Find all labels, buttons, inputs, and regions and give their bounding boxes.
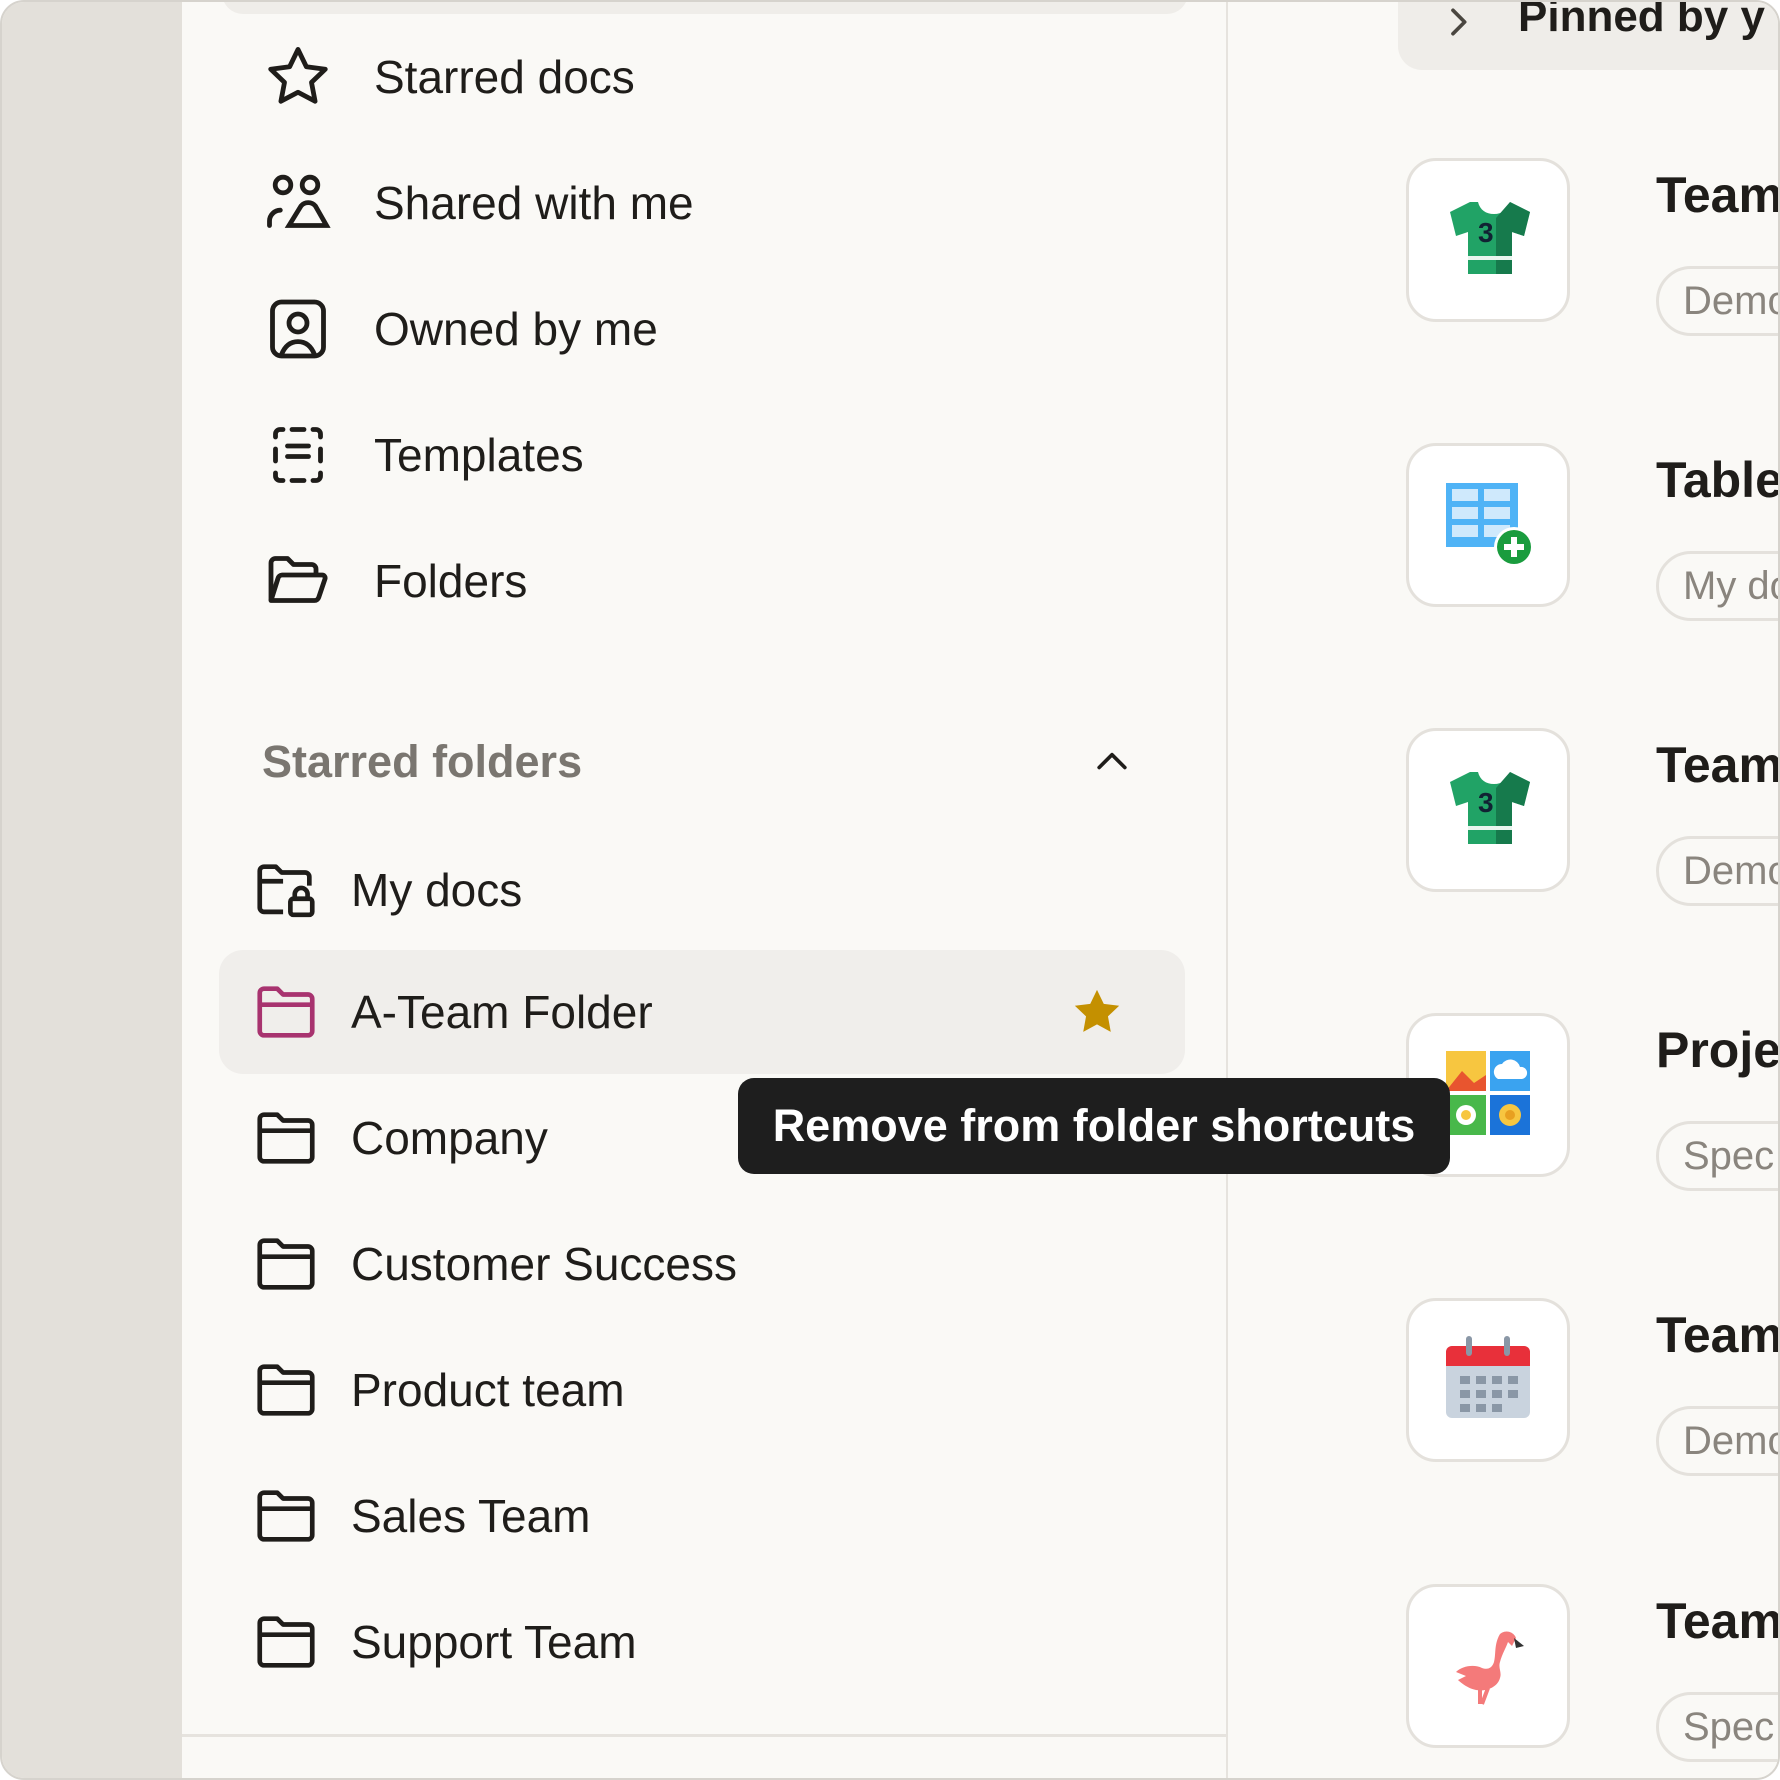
folder-item-label: Product team <box>351 1364 625 1416</box>
jersey-icon: 3 <box>1440 760 1536 861</box>
doc-title[interactable]: Proje <box>1656 1021 1778 1079</box>
folder-icon <box>251 1103 321 1173</box>
folder-item-label: My docs <box>351 864 523 916</box>
chevron-right-icon[interactable] <box>1438 2 1478 42</box>
doc-tag: Demo <box>1656 836 1778 906</box>
folder-open-icon <box>262 545 334 617</box>
doc-card-icon[interactable]: 3 <box>1406 158 1570 322</box>
folder-icon <box>251 977 321 1047</box>
svg-text:3: 3 <box>1478 217 1494 248</box>
folder-item-product-team[interactable]: Product team <box>219 1328 1185 1452</box>
doc-card-icon[interactable] <box>1406 1584 1570 1748</box>
folder-lock-icon <box>251 855 321 925</box>
starred-folders-header[interactable]: Starred folders <box>262 722 1142 802</box>
pinned-section-header[interactable]: Pinned by y <box>1398 2 1778 70</box>
nav-item-label: Folders <box>374 555 528 607</box>
doc-card-icon[interactable] <box>1406 1298 1570 1462</box>
nav-item-folders[interactable]: Folders <box>262 536 1162 626</box>
folder-item-label: Support Team <box>351 1616 637 1668</box>
person-badge-icon <box>262 293 334 365</box>
nav-item-templates[interactable]: Templates <box>262 410 1162 500</box>
doc-title[interactable]: Table <box>1656 451 1778 509</box>
section-title: Starred folders <box>262 736 583 787</box>
folder-item-sales-team[interactable]: Sales Team <box>219 1454 1185 1578</box>
star-outline-icon <box>262 41 334 113</box>
flamingo-icon <box>1440 1616 1536 1717</box>
search-pill[interactable] <box>222 2 1188 14</box>
folder-item-label: Sales Team <box>351 1490 591 1542</box>
nav-item-owned-by-me[interactable]: Owned by me <box>262 284 1162 374</box>
folder-item-customer-success[interactable]: Customer Success <box>219 1202 1185 1326</box>
folder-item-support-team[interactable]: Support Team <box>219 1580 1185 1704</box>
folder-icon <box>251 1355 321 1425</box>
doc-tag: Demo <box>1656 1406 1778 1476</box>
doc-tag: Spec <box>1656 1692 1778 1762</box>
nav-item-label: Templates <box>374 429 584 481</box>
tooltip: Remove from folder shortcuts <box>738 1078 1450 1174</box>
folder-icon <box>251 1481 321 1551</box>
left-rail <box>2 2 182 1778</box>
photo-grid-icon <box>1440 1045 1536 1146</box>
svg-text:3: 3 <box>1478 787 1494 818</box>
star-filled-icon[interactable] <box>1069 984 1125 1040</box>
nav-item-starred-docs[interactable]: Starred docs <box>262 32 1162 122</box>
folder-item-label: Company <box>351 1112 548 1164</box>
jersey-icon: 3 <box>1440 190 1536 291</box>
sidebar: Starred docs Shared with me Owned by me … <box>182 2 1228 1778</box>
table-add-icon <box>1440 475 1536 576</box>
doc-tag: Spec <box>1656 1121 1778 1191</box>
folder-item-label: A-Team Folder <box>351 986 653 1038</box>
nav-item-label: Starred docs <box>374 51 635 103</box>
doc-card-icon[interactable] <box>1406 443 1570 607</box>
folder-item-a-team-folder[interactable]: A-Team Folder <box>219 950 1185 1074</box>
chevron-up-icon[interactable] <box>1082 732 1142 792</box>
doc-title[interactable]: Team <box>1656 736 1778 794</box>
doc-title[interactable]: Team <box>1656 1592 1778 1650</box>
people-icon <box>262 167 334 239</box>
pinned-docs-panel: Pinned by y 3 Team Demo Table My do 3 Te… <box>1230 2 1778 1778</box>
calendar-icon <box>1440 1330 1536 1431</box>
template-icon <box>262 419 334 491</box>
folder-item-my-docs[interactable]: My docs <box>219 828 1185 952</box>
pinned-section-title: Pinned by y <box>1518 2 1765 41</box>
folder-icon <box>251 1229 321 1299</box>
folder-item-label: Customer Success <box>351 1238 738 1290</box>
folder-icon <box>251 1607 321 1677</box>
doc-tag: Demo <box>1656 266 1778 336</box>
nav-item-label: Owned by me <box>374 303 658 355</box>
app-window: Starred docs Shared with me Owned by me … <box>0 0 1780 1780</box>
divider <box>182 1734 1228 1737</box>
doc-tag: My do <box>1656 551 1778 621</box>
doc-title[interactable]: Team <box>1656 166 1778 224</box>
doc-title[interactable]: Team <box>1656 1306 1778 1364</box>
nav-item-label: Shared with me <box>374 177 694 229</box>
doc-card-icon[interactable]: 3 <box>1406 728 1570 892</box>
nav-item-shared-with-me[interactable]: Shared with me <box>262 158 1162 248</box>
